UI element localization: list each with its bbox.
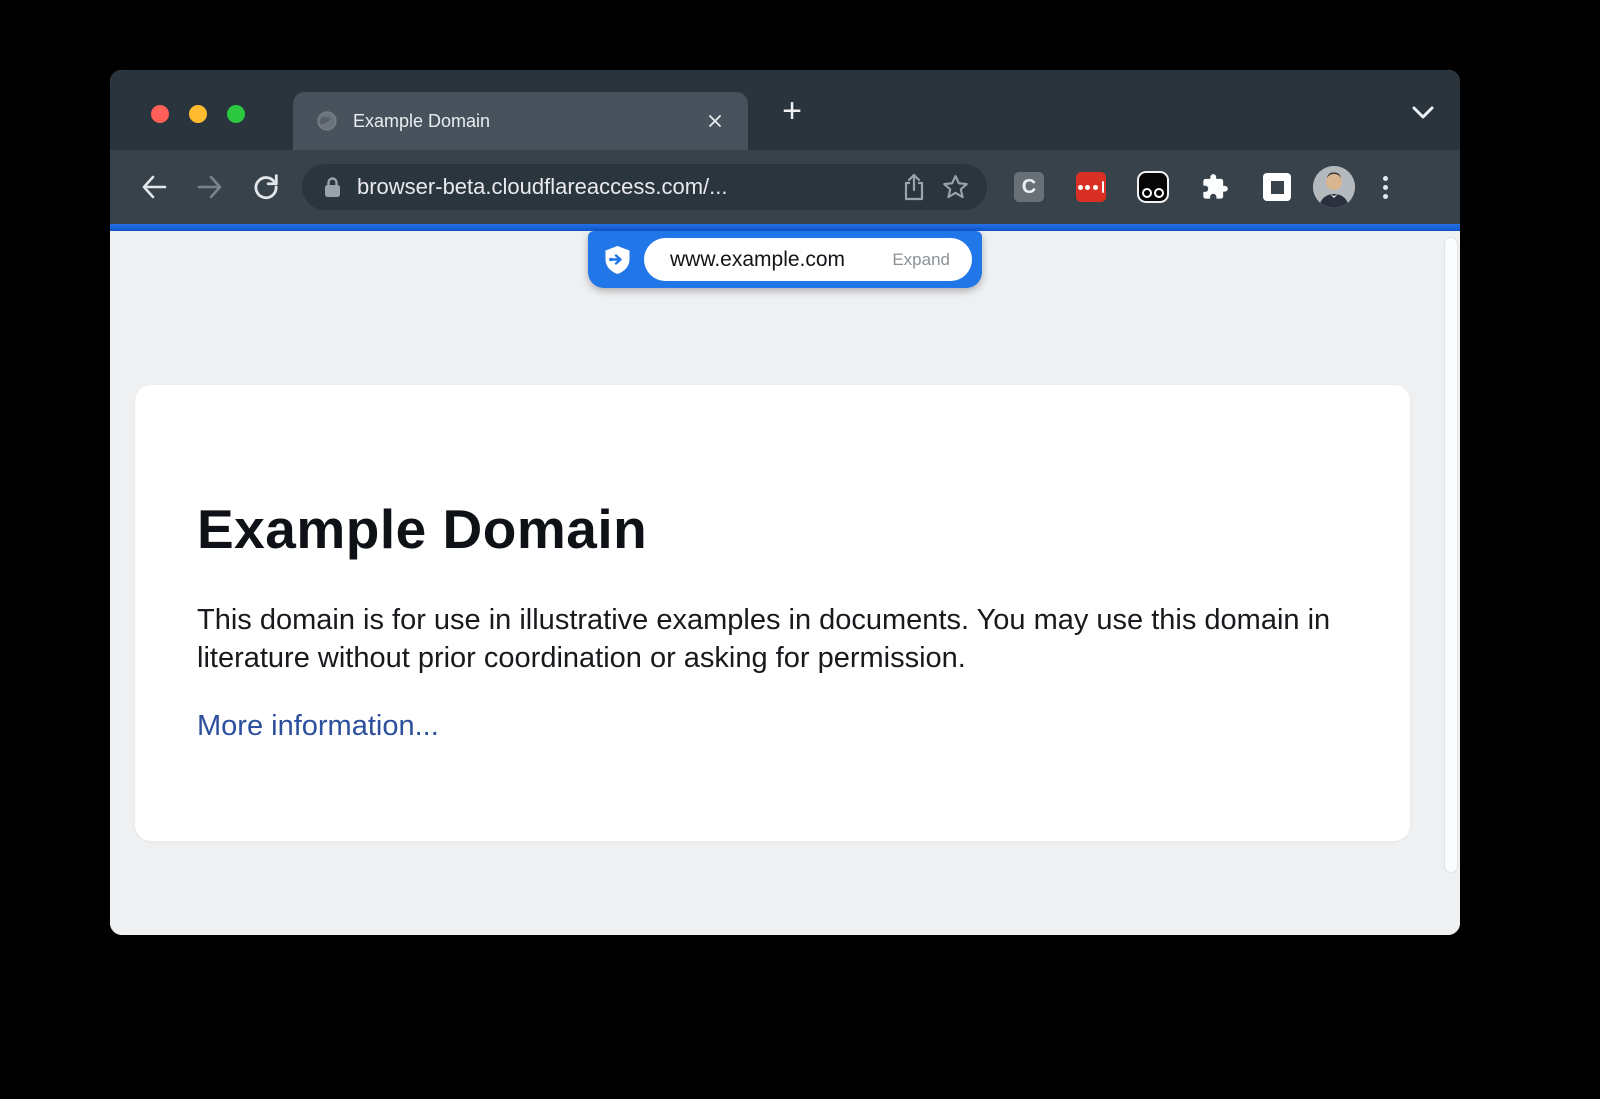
bookmark-button[interactable] (942, 174, 969, 200)
back-button[interactable] (126, 165, 182, 209)
share-icon (902, 173, 926, 201)
lock-icon[interactable] (324, 176, 341, 198)
expand-button[interactable]: Expand (892, 250, 950, 270)
browser-window: Example Domain + (110, 70, 1460, 935)
page-paragraph: This domain is for use in illustrative e… (197, 601, 1347, 677)
minimize-window-button[interactable] (189, 105, 207, 123)
reload-icon (253, 174, 279, 200)
profile-avatar[interactable] (1313, 166, 1355, 208)
reload-button[interactable] (238, 165, 294, 209)
extension-black-squircle-button[interactable] (1137, 171, 1169, 203)
vertical-scrollbar[interactable] (1444, 237, 1458, 873)
star-icon (942, 174, 969, 200)
url-text[interactable]: browser-beta.cloudflareaccess.com/... (357, 174, 886, 200)
lastpass-icon (1076, 172, 1106, 202)
isolation-hostname-field: www.example.com Expand (644, 238, 972, 281)
forward-button[interactable] (182, 165, 238, 209)
tab-close-icon[interactable] (702, 108, 728, 134)
tab-strip: Example Domain + (110, 70, 1460, 150)
side-panel-icon (1263, 173, 1291, 201)
c-extension-icon: C (1014, 172, 1044, 202)
zoom-window-button[interactable] (227, 105, 245, 123)
extension-c-button[interactable]: C (1013, 171, 1045, 203)
forward-arrow-icon (197, 175, 223, 199)
side-panel-button[interactable] (1261, 171, 1293, 203)
page-viewport: www.example.com Expand Example Domain Th… (110, 231, 1460, 935)
puzzle-icon (1201, 173, 1229, 201)
isolated-hostname: www.example.com (670, 248, 892, 272)
page-title: Example Domain (197, 497, 1350, 561)
black-squircle-eyes-icon (1137, 171, 1169, 203)
tab-example-domain[interactable]: Example Domain (293, 92, 748, 150)
toolbar: browser-beta.cloudflareaccess.com/... C (110, 150, 1460, 224)
globe-favicon-icon (317, 111, 337, 131)
shield-arrow-icon (604, 245, 631, 275)
extension-lastpass-button[interactable] (1075, 171, 1107, 203)
tab-search-chevron-icon[interactable] (1412, 106, 1434, 124)
share-button[interactable] (902, 173, 926, 201)
kebab-menu-icon (1383, 176, 1388, 181)
omnibox[interactable]: browser-beta.cloudflareaccess.com/... (302, 164, 987, 210)
extensions-row: C (1013, 171, 1293, 203)
close-window-button[interactable] (151, 105, 169, 123)
extensions-menu-button[interactable] (1199, 171, 1231, 203)
isolation-hostname-pill[interactable]: www.example.com Expand (588, 231, 982, 288)
content-card: Example Domain This domain is for use in… (135, 385, 1410, 841)
window-controls (151, 105, 245, 123)
isolation-indicator-line (110, 224, 1460, 231)
browser-menu-button[interactable] (1379, 172, 1392, 203)
tab-title: Example Domain (353, 111, 702, 132)
more-information-link[interactable]: More information... (197, 710, 439, 743)
back-arrow-icon (141, 175, 167, 199)
new-tab-button[interactable]: + (774, 94, 810, 130)
